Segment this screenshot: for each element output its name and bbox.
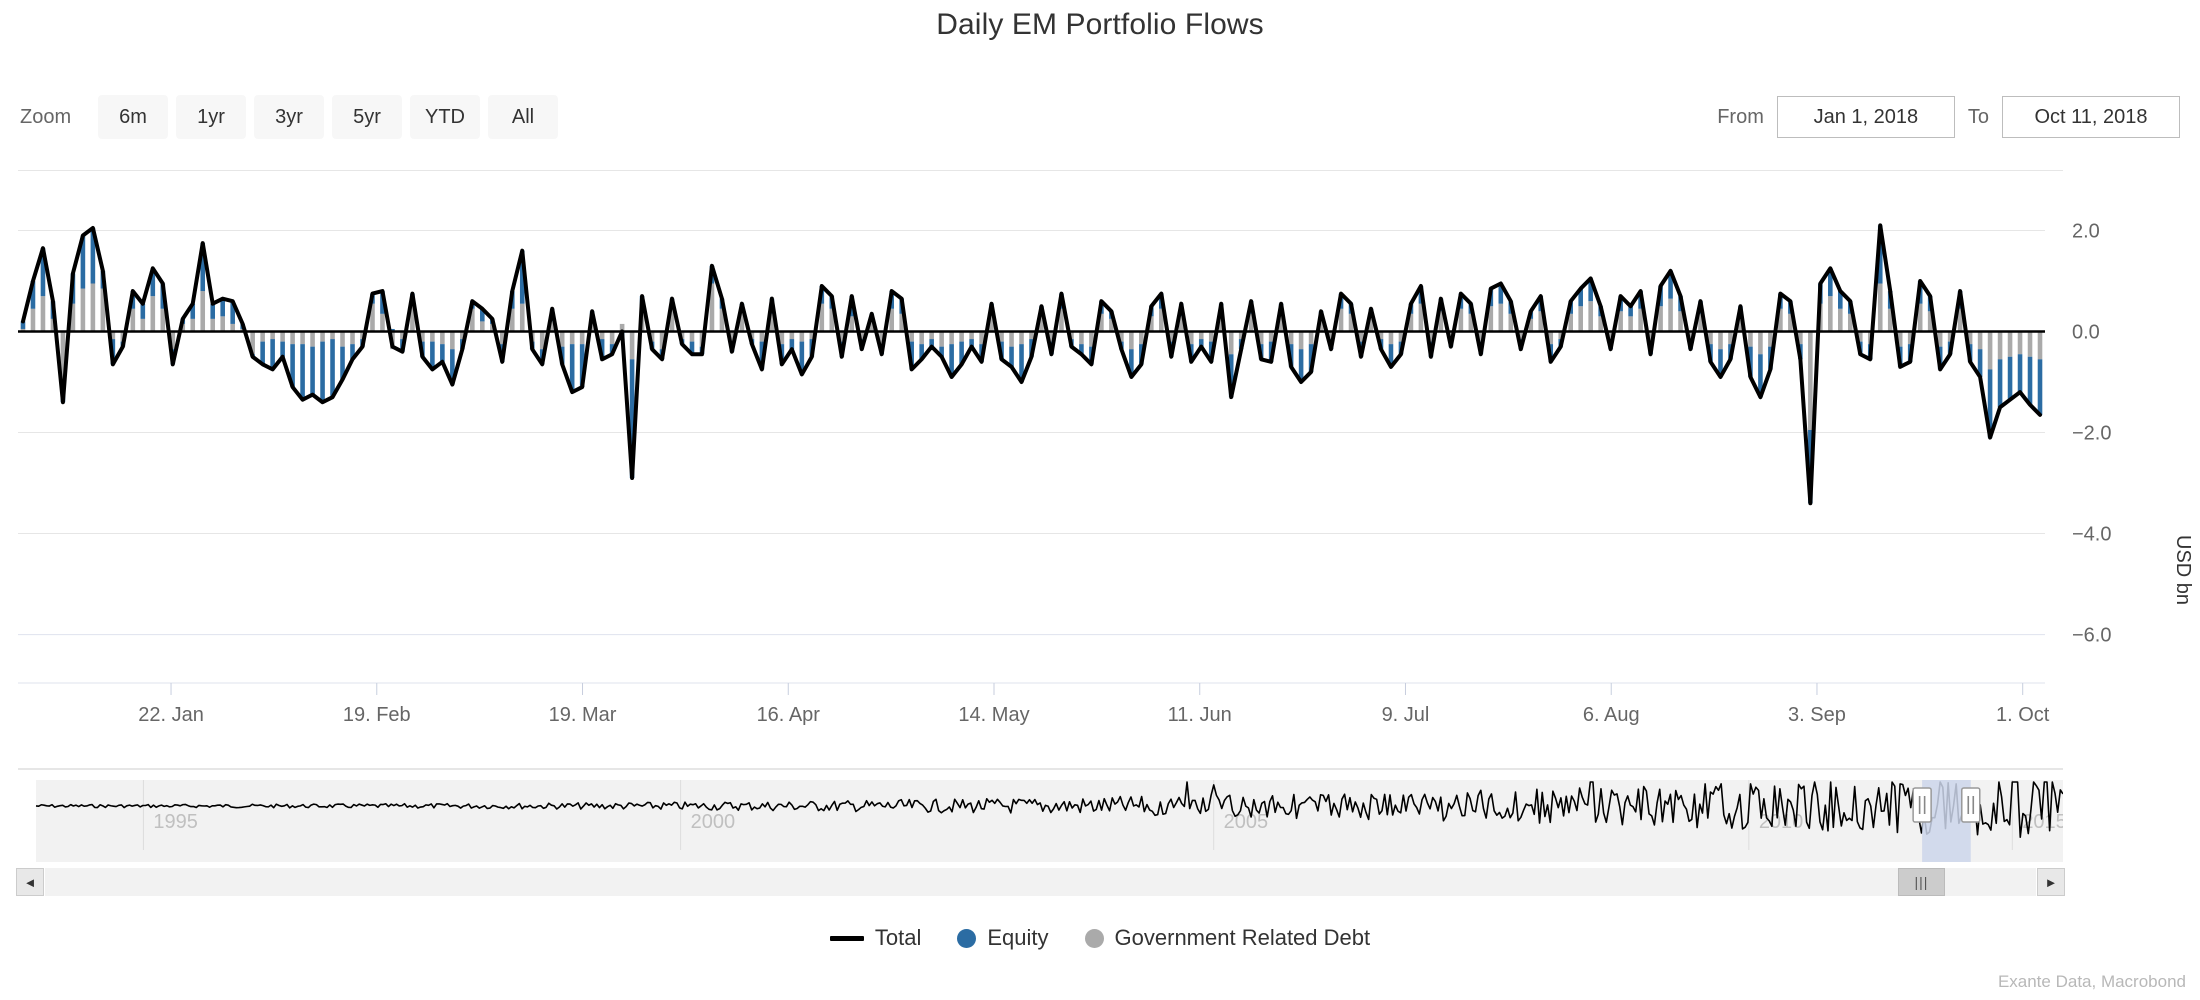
x-tick-label: 14. May	[958, 704, 1029, 726]
x-tick-label: 11. Jun	[1168, 704, 1232, 726]
y-tick-label: 2.0	[2072, 220, 2100, 242]
x-tick-label: 3. Sep	[1788, 704, 1846, 726]
scrollbar-thumb[interactable]: |||	[1898, 868, 1946, 896]
zoom-button-all[interactable]: All	[488, 95, 558, 139]
credits-text: Exante Data, Macrobond	[1998, 972, 2186, 992]
navigator-handle-left[interactable]	[1913, 788, 1931, 822]
arrow-left-icon: ◄	[24, 876, 37, 889]
from-date-input[interactable]: Jan 1, 2018	[1777, 96, 1955, 138]
range-selector: Zoom 6m1yr3yr5yrYTDAll From Jan 1, 2018 …	[0, 95, 2200, 141]
x-tick-label: 22. Jan	[138, 704, 204, 726]
legend-line-icon	[830, 936, 864, 941]
navigator-scrollbar[interactable]: ◄ ||| ►	[16, 868, 2065, 896]
zoom-button-1yr[interactable]: 1yr	[176, 95, 246, 139]
to-date-input[interactable]: Oct 11, 2018	[2002, 96, 2180, 138]
y-axis-title: USD bn	[2171, 535, 2194, 605]
zoom-button-6m[interactable]: 6m	[98, 95, 168, 139]
legend-dot-icon	[957, 929, 976, 948]
navigator-year-label: 1995	[153, 811, 198, 833]
chart-legend: Total Equity Government Related Debt	[0, 925, 2200, 951]
legend-label: Equity	[987, 925, 1048, 951]
zoom-button-3yr[interactable]: 3yr	[254, 95, 324, 139]
navigator-year-label: 2005	[1224, 811, 1269, 833]
zoom-button-group: 6m1yr3yr5yrYTDAll	[98, 95, 558, 139]
arrow-right-icon: ►	[2045, 876, 2058, 889]
zoom-label: Zoom	[20, 106, 71, 129]
x-tick-label: 9. Jul	[1382, 704, 1430, 726]
grip-icon: |||	[1915, 875, 1929, 889]
chart-plot-area[interactable]: 2.0 0.0 −2.0 −4.0 −6.0 22. Jan 19. Feb 19. Mar 1…	[0, 175, 2200, 750]
scrollbar-track[interactable]: |||	[45, 868, 2036, 896]
to-label: To	[1968, 106, 1989, 129]
y-tick-label: −6.0	[2072, 625, 2111, 647]
navigator[interactable]: 19952000200520102015	[18, 768, 2063, 862]
y-tick-label: −4.0	[2072, 524, 2111, 546]
x-tick-label: 16. Apr	[757, 704, 821, 726]
total-line-series	[23, 225, 2040, 503]
from-label: From	[1717, 106, 1764, 129]
chart-svg[interactable]: 2.0 0.0 −2.0 −4.0 −6.0 22. Jan 19. Feb 19. Mar 1…	[0, 175, 2200, 750]
navigator-year-label: 2000	[691, 811, 736, 833]
zoom-button-ytd[interactable]: YTD	[410, 95, 480, 139]
legend-label: Government Related Debt	[1115, 925, 1371, 951]
legend-item-equity[interactable]: Equity	[957, 925, 1048, 951]
zoom-button-5yr[interactable]: 5yr	[332, 95, 402, 139]
x-tick-label: 19. Feb	[343, 704, 411, 726]
legend-label: Total	[875, 925, 921, 951]
scroll-right-button[interactable]: ►	[2037, 868, 2065, 896]
page-title: Daily EM Portfolio Flows	[0, 8, 2200, 42]
bar-series-group	[21, 225, 2043, 503]
x-tick-label: 1. Oct	[1996, 704, 2050, 726]
x-tick-label: 19. Mar	[549, 704, 617, 726]
legend-item-government-related-debt[interactable]: Government Related Debt	[1085, 925, 1371, 951]
legend-dot-icon	[1085, 929, 1104, 948]
header-divider	[18, 170, 2063, 171]
legend-item-total[interactable]: Total	[830, 925, 921, 951]
scroll-left-button[interactable]: ◄	[16, 868, 44, 896]
x-tick-label: 6. Aug	[1583, 704, 1640, 726]
y-tick-label: 0.0	[2072, 321, 2100, 343]
y-tick-label: −2.0	[2072, 423, 2111, 445]
navigator-handle-right[interactable]	[1962, 788, 1980, 822]
range-date-inputs: From Jan 1, 2018 To Oct 11, 2018	[1717, 95, 2180, 139]
navigator-svg[interactable]: 19952000200520102015	[18, 768, 2063, 862]
